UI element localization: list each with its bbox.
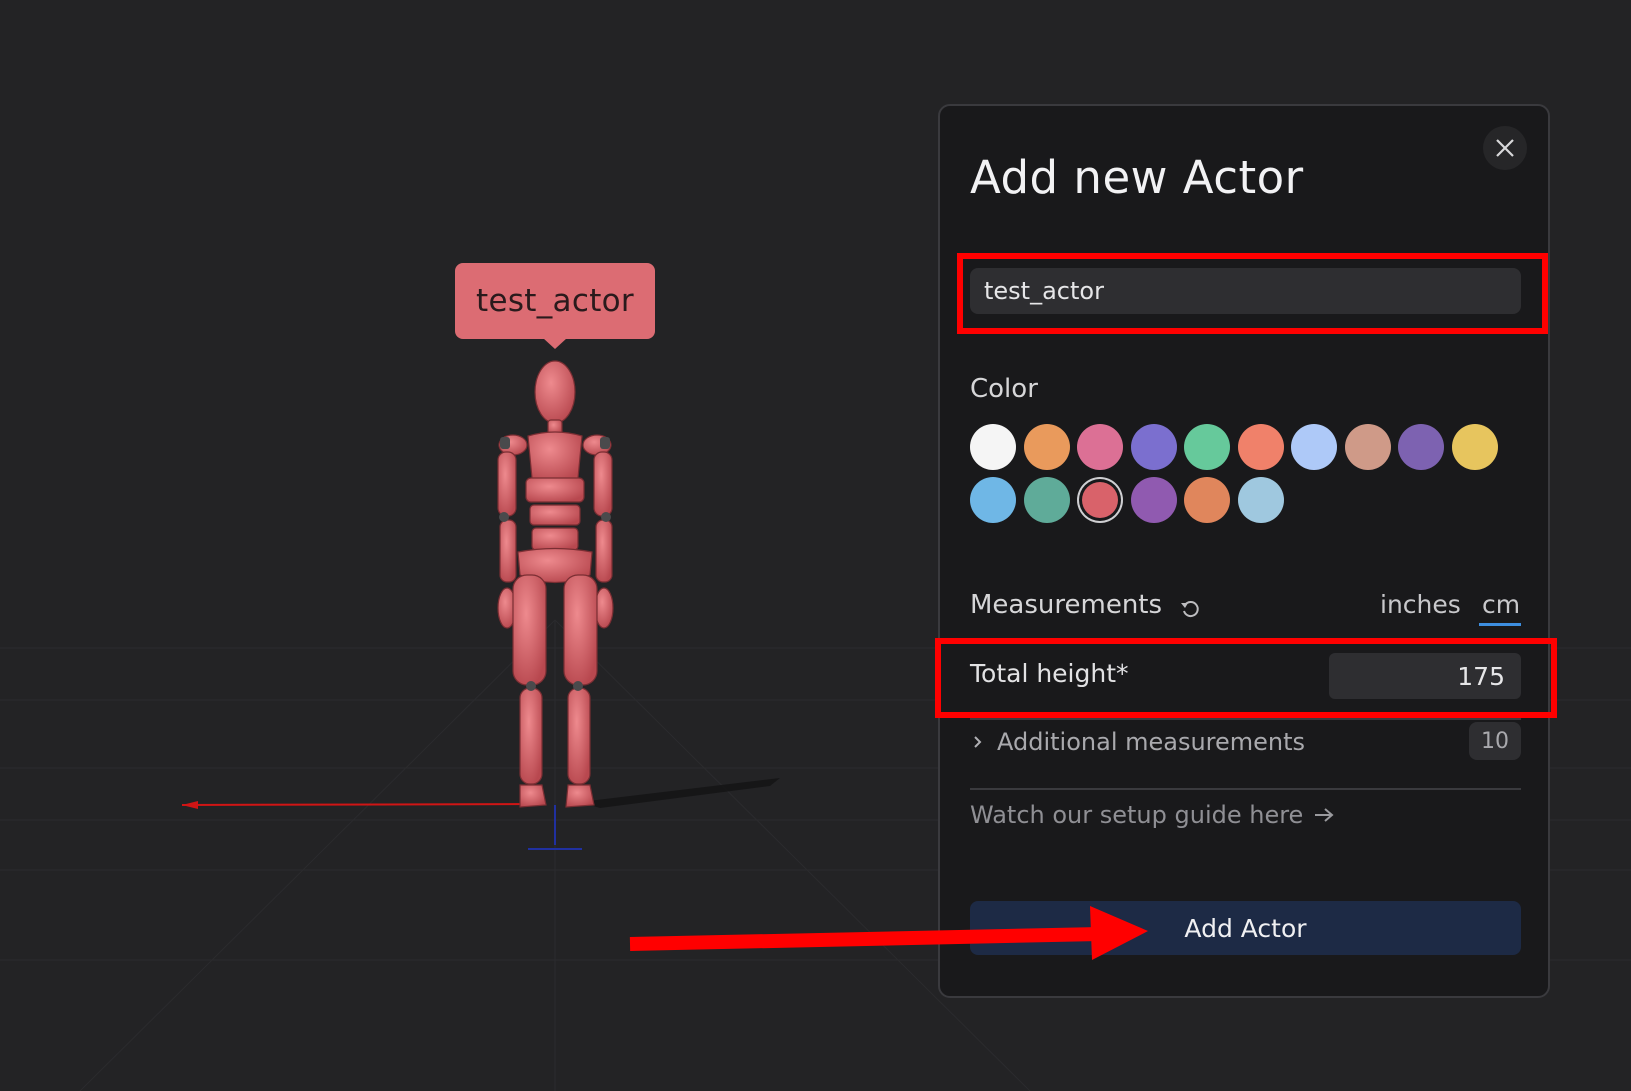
close-icon: [1496, 139, 1514, 157]
setup-guide-label: Watch our setup guide here: [970, 801, 1304, 829]
close-button[interactable]: [1483, 126, 1527, 170]
unit-cm-toggle[interactable]: cm: [1482, 590, 1520, 619]
arrow-right-icon: [1315, 808, 1334, 822]
total-height-input[interactable]: 175: [1329, 653, 1521, 699]
color-swatch[interactable]: [1451, 424, 1498, 470]
color-swatch[interactable]: [1184, 477, 1230, 523]
reset-icon[interactable]: [1179, 597, 1201, 619]
color-swatch[interactable]: [970, 477, 1016, 523]
unit-inches-toggle[interactable]: inches: [1380, 590, 1461, 619]
color-swatch[interactable]: [1023, 424, 1070, 470]
measurements-label: Measurements: [970, 590, 1163, 620]
color-swatch[interactable]: [1082, 482, 1118, 518]
add-actor-button[interactable]: Add Actor: [970, 901, 1521, 955]
color-swatch[interactable]: [1184, 424, 1230, 470]
divider: [970, 788, 1521, 790]
color-swatch[interactable]: [1077, 424, 1123, 470]
additional-measurements-label: Additional measurements: [997, 728, 1306, 756]
color-swatch[interactable]: [1237, 424, 1284, 470]
additional-count-badge: 10: [1469, 722, 1521, 760]
add-actor-panel: Add new Actor Color Measurements inches …: [938, 104, 1550, 998]
color-swatch[interactable]: [1398, 424, 1444, 470]
color-swatch[interactable]: [1130, 424, 1177, 470]
actor-name-tag[interactable]: test_actor: [455, 263, 655, 349]
actor-shadow: [580, 778, 780, 808]
setup-guide-link[interactable]: Watch our setup guide here: [970, 801, 1335, 829]
color-swatch[interactable]: [1344, 424, 1391, 470]
actor-name-input[interactable]: [970, 268, 1521, 314]
color-label: Color: [970, 374, 1038, 404]
color-swatch[interactable]: [970, 424, 1016, 470]
chevron-right-icon: [974, 736, 982, 748]
color-swatch[interactable]: [1291, 424, 1337, 470]
x-axis: [181, 803, 541, 806]
color-swatch[interactable]: [1130, 477, 1177, 523]
color-swatch[interactable]: [1237, 477, 1284, 523]
additional-measurements-toggle[interactable]: Additional measurements 10: [970, 720, 1521, 764]
color-swatch[interactable]: [1023, 477, 1070, 523]
active-unit-indicator: [1479, 623, 1521, 626]
total-height-label: Total height*: [970, 659, 1129, 688]
panel-title: Add new Actor: [970, 151, 1304, 204]
